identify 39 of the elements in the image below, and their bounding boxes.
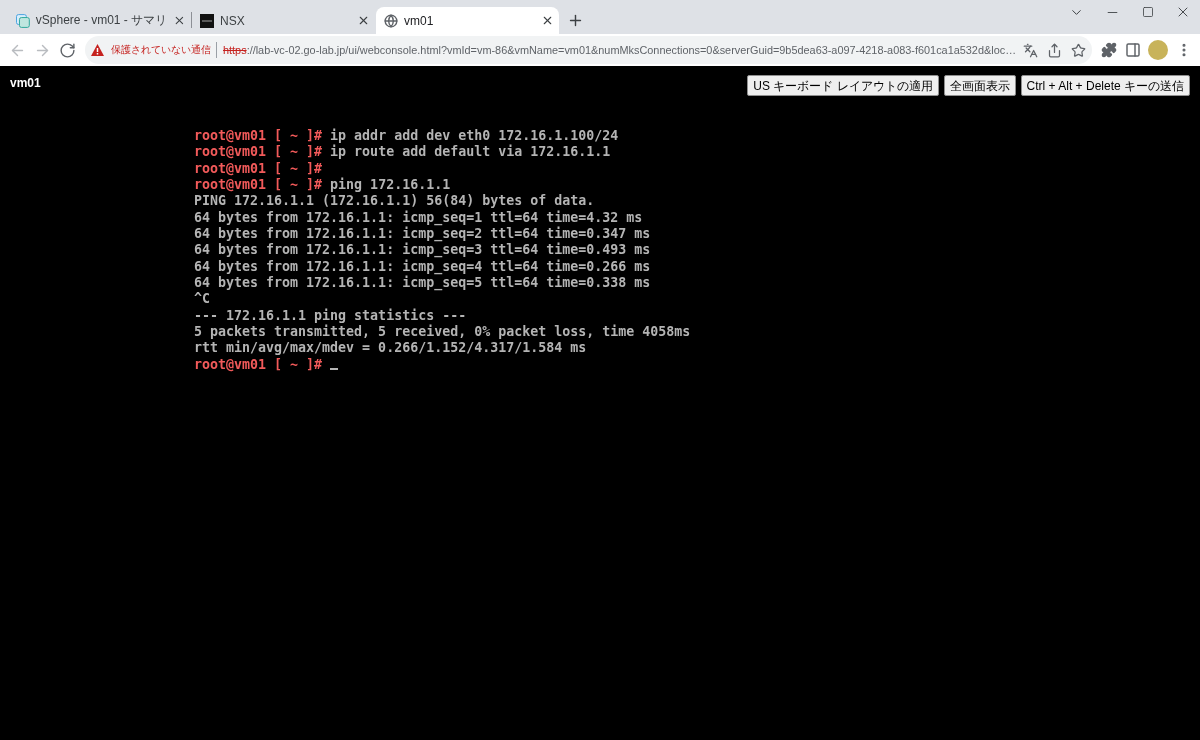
- share-icon[interactable]: [1046, 42, 1062, 58]
- action-button[interactable]: 全画面表示: [943, 75, 1016, 96]
- url-text[interactable]: https://lab-vc-02.go-lab.jp/ui/webconsole.html?vmId=vm-86&vmName=vm01&numMksConnections=0&serverGuid=9b5dea63-a097-4218-a083-f601ca1a532d&loc…: [223, 44, 1017, 56]
- side-panel-icon[interactable]: [1125, 42, 1141, 58]
- terminal-line: root@vm01 [ ~ ]#: [194, 356, 323, 374]
- terminal-line: 64 bytes from 172.16.1.1: icmp_seq=3 ttl=64 time=0.493 ms: [194, 242, 651, 259]
- overlapping-squares-icon: [16, 13, 30, 28]
- terminal-line: ^C: [194, 291, 210, 308]
- console-title: vm01: [10, 76, 41, 90]
- terminal-line: root@vm01 [ ~ ]# ping 172.16.1.1: [194, 177, 451, 194]
- terminal-line: 64 bytes from 172.16.1.1: icmp_seq=2 ttl=64 time=0.347 ms: [194, 226, 651, 243]
- security-label[interactable]: 保護されていない通信: [111, 43, 211, 57]
- terminal-line: 64 bytes from 172.16.1.1: icmp_seq=1 ttl=64 time=4.32 ms: [194, 209, 643, 226]
- terminal-line: PING 172.16.1.1 (172.16.1.1) 56(84) bytes of data.: [194, 193, 595, 210]
- puzzle-icon[interactable]: [1101, 42, 1117, 58]
- close-icon[interactable]: [541, 14, 554, 27]
- terminal-line: root@vm01 [ ~ ]#: [194, 160, 323, 178]
- warning-icon[interactable]: [91, 44, 104, 56]
- action-button[interactable]: Ctrl + Alt + Delete キーの送信: [1020, 75, 1190, 96]
- browser-tab[interactable]: vm01: [376, 7, 559, 34]
- close-icon[interactable]: [357, 14, 370, 27]
- terminal-line: root@vm01 [ ~ ]# ip route add default via 172.16.1.1: [194, 144, 611, 161]
- translate-icon[interactable]: [1022, 42, 1038, 58]
- action-button[interactable]: US キーボード レイアウトの適用: [747, 75, 939, 96]
- terminal-line: root@vm01 [ ~ ]# ip addr add dev eth0 172.16.1.100/24: [194, 128, 619, 144]
- dark-square-icon: [200, 13, 214, 28]
- terminal-line: rtt min/avg/max/mdev = 0.266/1.152/4.317/1.584 ms: [194, 340, 587, 357]
- terminal-line: --- 172.16.1.1 ping statistics ---: [194, 307, 467, 324]
- terminal-line: 64 bytes from 172.16.1.1: icmp_seq=4 ttl=64 time=0.266 ms: [194, 258, 651, 275]
- star-icon[interactable]: [1070, 42, 1086, 58]
- close-icon[interactable]: [173, 14, 186, 27]
- terminal-line: 64 bytes from 172.16.1.1: icmp_seq=5 ttl=64 time=0.338 ms: [194, 275, 651, 292]
- browser-tab[interactable]: NSX: [192, 7, 375, 34]
- address-bar[interactable]: 保護されていない通信 https://lab-vc-02.go-lab.jp/ui/webconsole.html?vmId=vm-86&vmName=vm01&numMksConnections=0&serverGuid=9b5dea63-a097-4218-a083-f601ca1a532d&loc…: [85, 36, 1092, 64]
- maximize-icon[interactable]: [1141, 6, 1154, 18]
- terminal-line: 5 packets transmitted, 5 received, 0% packet loss, time 4058ms: [194, 324, 691, 340]
- browser-tab[interactable]: vSphere - vm01 - サマリ: [8, 7, 191, 34]
- reload-icon[interactable]: [59, 41, 76, 59]
- globe-icon: [384, 13, 398, 28]
